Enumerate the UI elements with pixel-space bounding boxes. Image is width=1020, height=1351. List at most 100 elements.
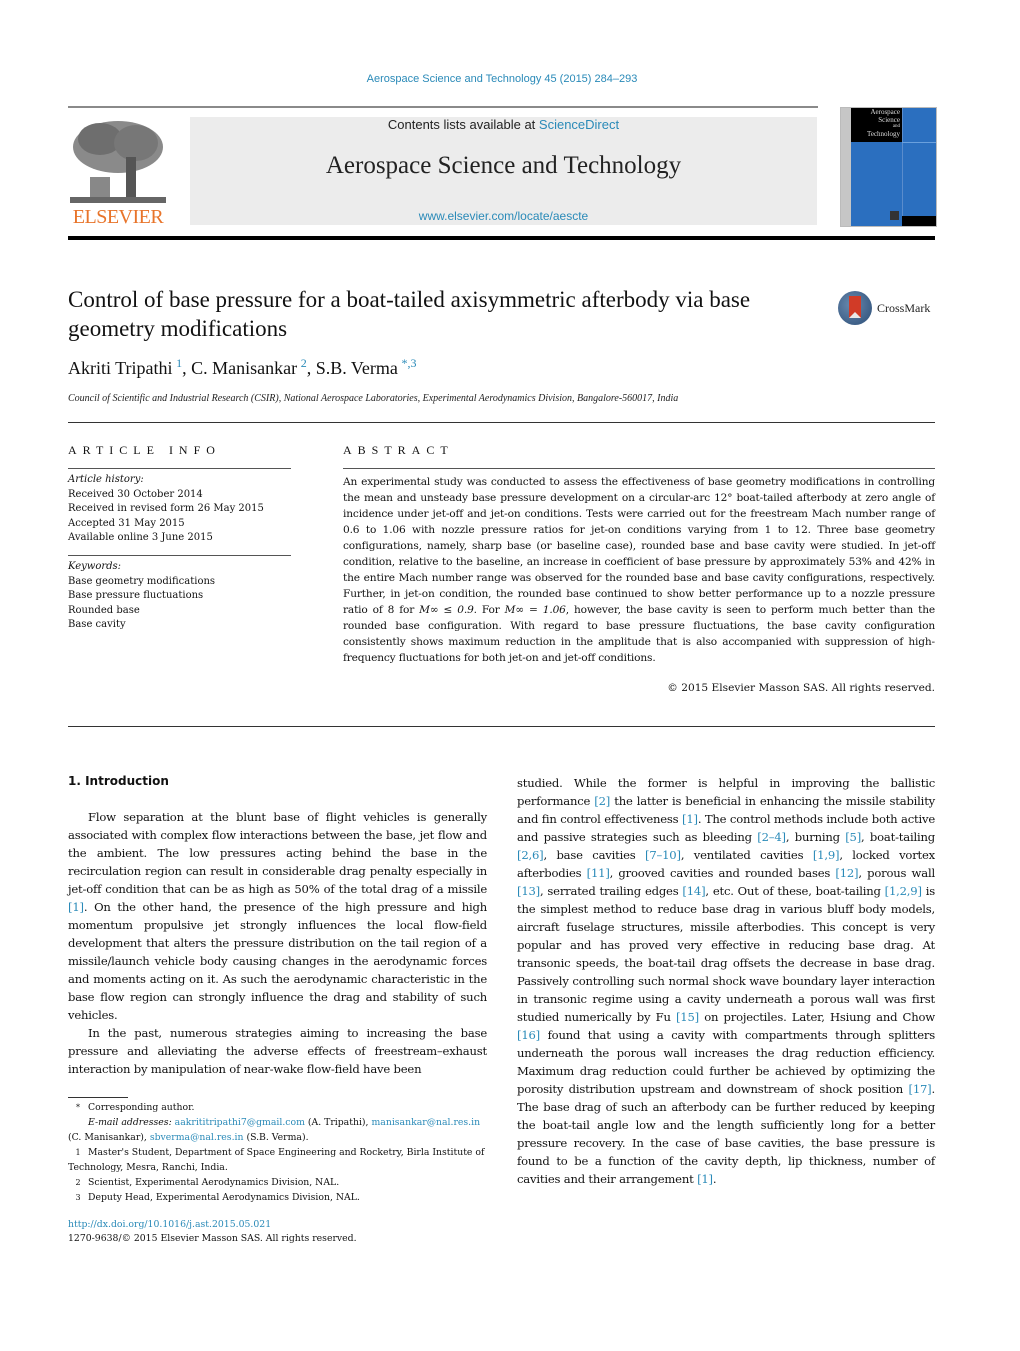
- citation-link[interactable]: [1]: [697, 1172, 713, 1186]
- history-entry: Received in revised form 26 May 2015: [68, 503, 264, 514]
- citation-link[interactable]: [2]: [594, 794, 610, 808]
- citation-link[interactable]: [2,6]: [517, 848, 544, 862]
- footnote-mark: *: [76, 1103, 80, 1112]
- citation-link[interactable]: [1]: [68, 900, 84, 914]
- email-owner: (S.B. Verma).: [243, 1132, 309, 1143]
- body-paragraph: Flow separation at the blunt base of fli…: [68, 808, 487, 1024]
- footnote-text: Deputy Head, Experimental Aerodynamics D…: [88, 1192, 360, 1203]
- keyword-item: Rounded base: [68, 604, 140, 616]
- body-column-right: studied. While the former is helpful in …: [517, 774, 935, 1188]
- citation-link[interactable]: [12]: [835, 866, 858, 880]
- body-paragraph: In the past, numerous strategies aiming …: [68, 1026, 487, 1076]
- footnote-emails: E-mail addresses: aakrititripathi7@gmail…: [68, 1115, 487, 1130]
- citation-link[interactable]: [13]: [517, 884, 540, 898]
- footnote-2: 2 Scientist, Experimental Aerodynamics Di…: [68, 1175, 487, 1190]
- header-top-rule: [68, 106, 818, 108]
- abstract-segment: An experimental study was conducted to a…: [343, 476, 935, 616]
- journal-url-link[interactable]: www.elsevier.com/locate/aescte: [190, 209, 817, 223]
- article-history: Article history: Received 30 October 201…: [68, 473, 291, 546]
- journal-citation-link[interactable]: Aerospace Science and Technology 45 (201…: [0, 73, 1004, 85]
- citation-link[interactable]: [2–4]: [757, 830, 786, 844]
- author-name: C. Manisankar: [191, 358, 298, 378]
- footnote-text: Scientist, Experimental Aerodynamics Div…: [88, 1177, 340, 1188]
- keyword-item: Base pressure fluctuations: [68, 590, 204, 601]
- article-info-divider: [68, 468, 291, 469]
- abstract-segment: . For: [473, 604, 505, 616]
- paragraph-text: , ventilated cavities: [680, 848, 813, 862]
- keywords-label: Keywords:: [68, 561, 122, 572]
- paragraph-text: . On the other hand, the presence of the…: [68, 900, 487, 1022]
- author-footnote-mark[interactable]: *,3: [402, 356, 417, 370]
- author-footnote-mark[interactable]: 2: [301, 356, 307, 370]
- footnote-emails-cont: (C. Manisankar), sbverma@nal.res.in (S.B…: [68, 1130, 487, 1145]
- journal-title[interactable]: Aerospace Science and Technology: [190, 152, 817, 180]
- abstract-end-divider: [68, 726, 935, 727]
- footnote-3: 3 Deputy Head, Experimental Aerodynamics …: [68, 1190, 487, 1205]
- citation-link[interactable]: [11]: [587, 866, 610, 880]
- author-name: S.B. Verma: [315, 358, 398, 378]
- article-title: Control of base pressure for a boat-tail…: [68, 287, 751, 341]
- abstract-copyright: © 2015 Elsevier Masson SAS. All rights r…: [667, 682, 935, 694]
- crossmark-label: CrossMark: [877, 301, 931, 315]
- email-owner: (C. Manisankar),: [68, 1132, 150, 1143]
- cover-title-block: Aerospace Science and Technology: [851, 108, 902, 142]
- citation-link[interactable]: [14]: [682, 884, 705, 898]
- citation-link[interactable]: [15]: [676, 1010, 699, 1024]
- abstract-math: M∞ ≤ 0.9: [419, 604, 474, 616]
- keyword-item: Base geometry modifications: [68, 575, 216, 587]
- cover-title-line: Aerospace: [870, 108, 900, 116]
- email-link[interactable]: sbverma@nal.res.in: [150, 1132, 244, 1143]
- issn-copyright: 1270-9638/© 2015 Elsevier Masson SAS. Al…: [68, 1233, 357, 1244]
- elsevier-wordmark: ELSEVIER: [72, 206, 164, 228]
- paragraph-text: on projectiles. Later, Hsiung and Chow: [698, 1010, 935, 1024]
- journal-masthead: Contents lists available at ScienceDirec…: [190, 117, 817, 225]
- author-footnote-mark[interactable]: 1: [176, 356, 182, 370]
- history-entry: Accepted 31 May 2015: [68, 517, 185, 529]
- footnote-divider: [68, 1097, 128, 1098]
- footnote-mark: 1: [75, 1148, 81, 1157]
- abstract-text: An experimental study was conducted to a…: [343, 474, 935, 666]
- footnotes: * Corresponding author. E-mail addresses:…: [68, 1100, 487, 1205]
- footnote-text: Master's Student, Department of Space En…: [68, 1147, 485, 1173]
- contents-availability: Contents lists available at ScienceDirec…: [190, 117, 817, 132]
- paragraph-text: . The base drag of such an afterbody can…: [517, 1082, 935, 1186]
- author-name: Akriti Tripathi: [68, 358, 173, 378]
- author-list: Akriti Tripathi 1, C. Manisankar 2, S.B.…: [68, 356, 417, 378]
- footnote-1: 1 Master's Student, Department of Space E…: [68, 1145, 487, 1175]
- history-entry: Received 30 October 2014: [68, 488, 203, 500]
- citation-link[interactable]: [17]: [909, 1082, 932, 1096]
- email-link[interactable]: manisankar@nal.res.in: [371, 1117, 480, 1128]
- article-info-divider: [68, 555, 291, 556]
- paragraph-text: , base cavities: [543, 848, 646, 862]
- citation-link[interactable]: [16]: [517, 1028, 540, 1042]
- cover-divider: [902, 142, 936, 143]
- citation-link[interactable]: [1]: [682, 812, 698, 826]
- email-link[interactable]: aakrititripathi7@gmail.com: [175, 1117, 305, 1128]
- sciencedirect-link[interactable]: ScienceDirect: [539, 117, 619, 132]
- paragraph-text: is the simplest method to reduce base dr…: [517, 884, 935, 1024]
- history-entry: Available online 3 June 2015: [68, 532, 213, 543]
- keywords-list: Keywords: Base geometry modifications Ba…: [68, 560, 291, 633]
- cover-title-line: Science: [878, 116, 900, 124]
- citation-link[interactable]: [1,2,9]: [885, 884, 922, 898]
- cover-stripe: [841, 108, 851, 226]
- body-paragraph: studied. While the former is helpful in …: [517, 774, 935, 1188]
- email-label: E-mail addresses:: [88, 1117, 172, 1128]
- elsevier-tree-icon: [70, 117, 166, 205]
- article-history-label: Article history:: [68, 474, 144, 485]
- crossmark-button[interactable]: CrossMark: [838, 291, 938, 327]
- elsevier-logo[interactable]: ELSEVIER: [68, 117, 168, 229]
- citation-link[interactable]: [5]: [845, 830, 861, 844]
- abstract-divider: [343, 468, 935, 469]
- cover-title-line: Technology: [867, 130, 900, 138]
- footnote-corresponding: * Corresponding author.: [68, 1100, 487, 1115]
- abstract-heading: ABSTRACT: [343, 443, 454, 457]
- author-affiliation: Council of Scientific and Industrial Res…: [68, 393, 679, 404]
- journal-cover-thumbnail[interactable]: Aerospace Science and Technology: [840, 107, 937, 227]
- crossmark-ribbon-notch: [849, 312, 861, 318]
- doi-link[interactable]: http://dx.doi.org/10.1016/j.ast.2015.05.…: [68, 1219, 271, 1230]
- cover-publisher-emblem-icon: [890, 211, 899, 220]
- citation-link[interactable]: [7–10]: [645, 848, 681, 862]
- citation-link[interactable]: [1,9]: [813, 848, 840, 862]
- cover-divider: [902, 108, 903, 226]
